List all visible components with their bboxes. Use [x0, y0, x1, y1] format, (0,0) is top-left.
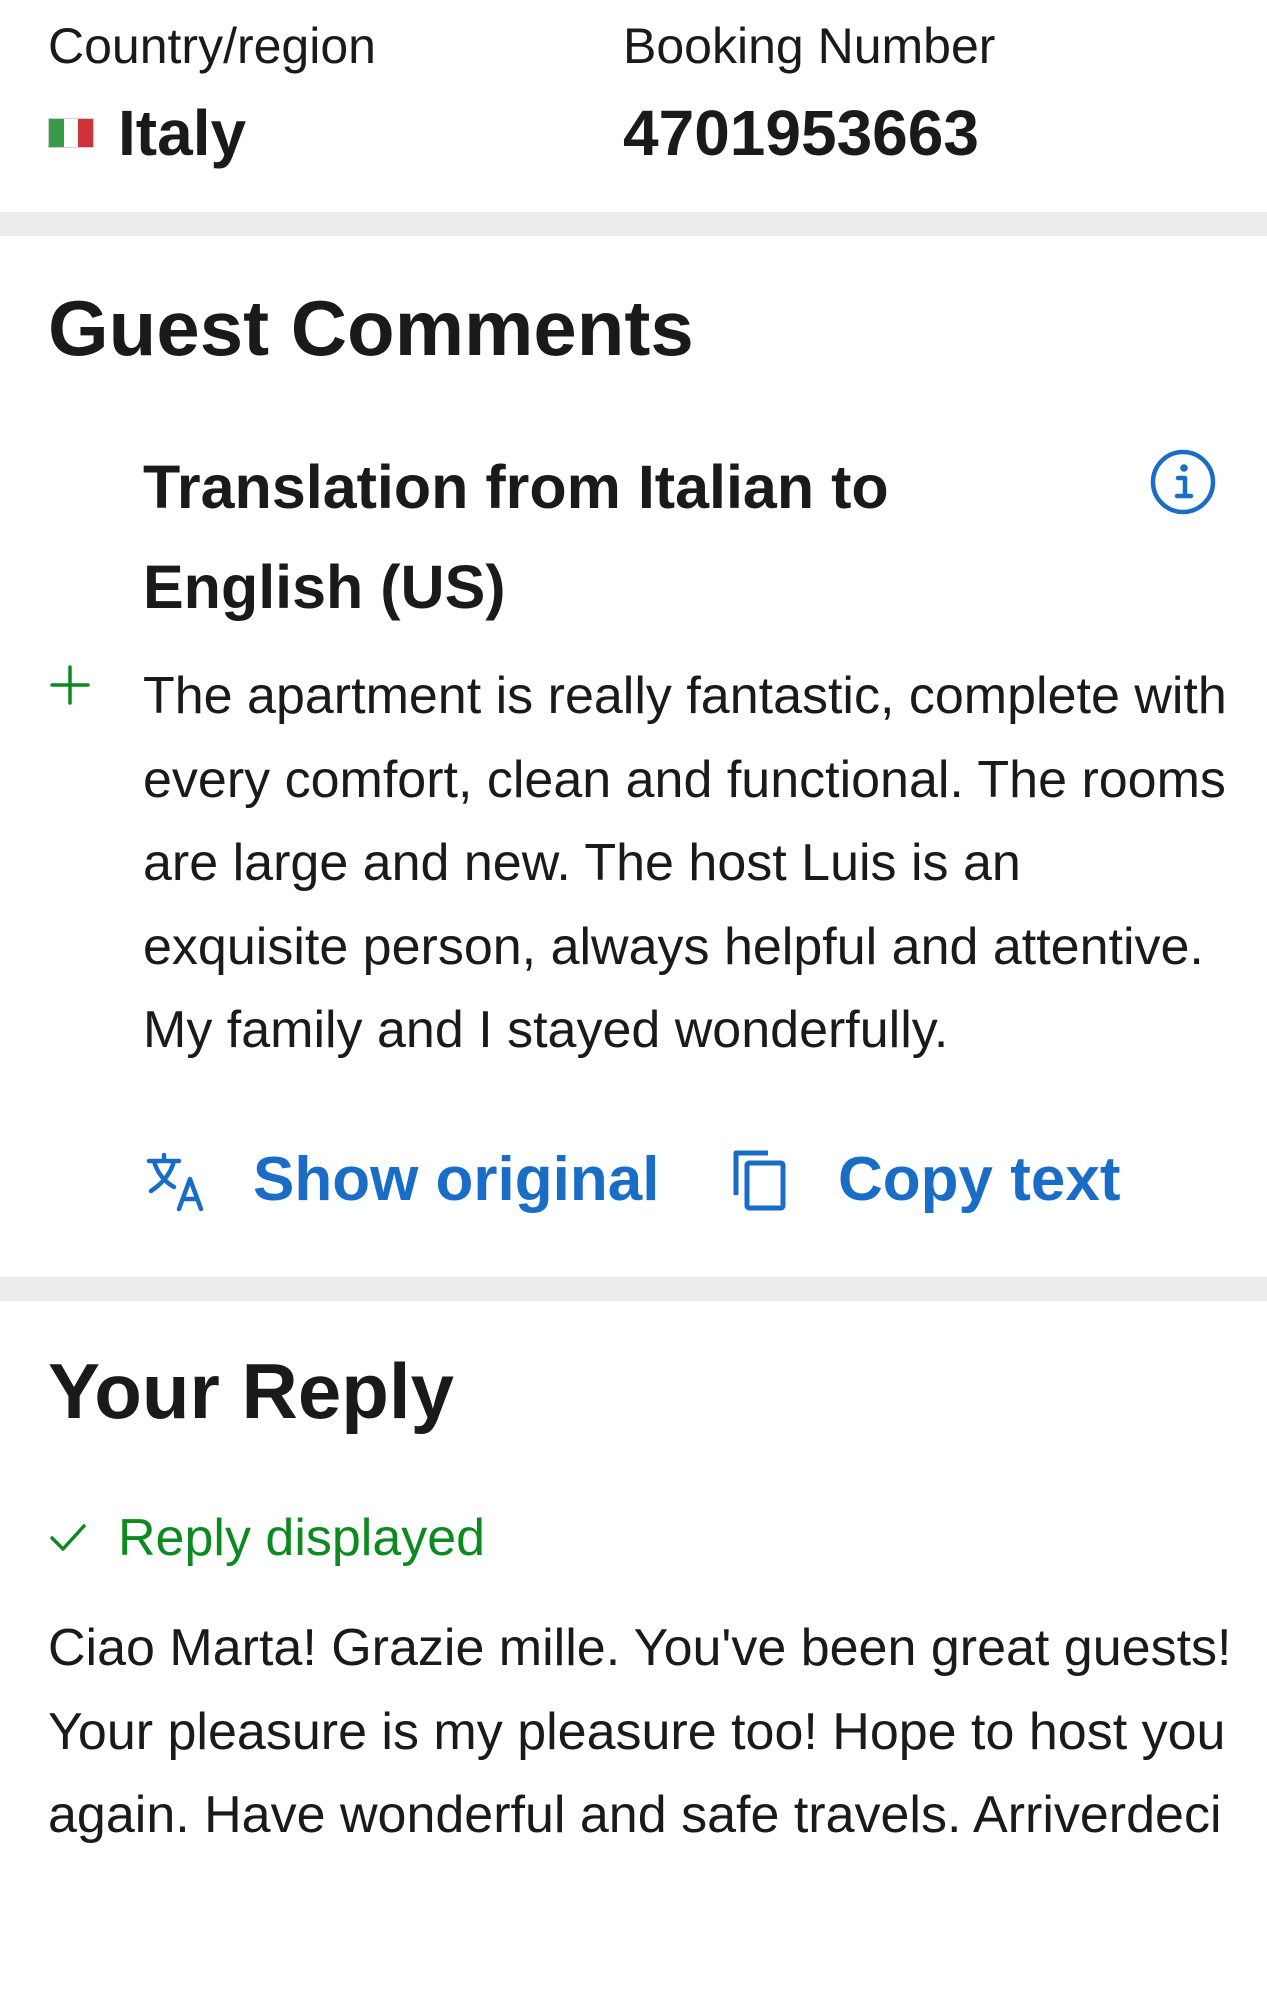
- country-region-value-row: Italy: [48, 98, 376, 168]
- reply-text: Ciao Marta! Grazie mille. You've been gr…: [48, 1619, 1232, 1844]
- show-original-button[interactable]: Show original: [143, 1140, 659, 1220]
- guest-comments-title: Guest Comments: [48, 284, 694, 372]
- section-divider: [0, 212, 1267, 236]
- flag-stripe-red: [78, 119, 94, 147]
- info-icon[interactable]: [1149, 448, 1217, 516]
- booking-number-label: Booking Number: [623, 18, 996, 74]
- copy-icon: [733, 1150, 786, 1211]
- flag-stripe-white: [63, 119, 79, 147]
- country-region-block: Country/region Italy: [48, 14, 376, 168]
- booking-details: Country/region Italy Booking Number 4701…: [0, 0, 1267, 212]
- plus-icon: [50, 665, 90, 705]
- translate-icon: [146, 1152, 204, 1212]
- reply-status: Reply displayed: [48, 1500, 485, 1576]
- country-region-label: Country/region: [48, 18, 376, 74]
- copy-text-label: Copy text: [838, 1145, 1121, 1214]
- section-divider: [0, 1277, 1267, 1301]
- your-reply-title: Your Reply: [48, 1347, 454, 1435]
- country-region-value: Italy: [118, 97, 247, 169]
- show-original-label: Show original: [253, 1145, 660, 1214]
- italy-flag-icon: [48, 118, 94, 148]
- booking-number-block: Booking Number 4701953663: [623, 14, 995, 168]
- copy-text-button[interactable]: Copy text: [728, 1140, 1120, 1220]
- flag-stripe-green: [49, 119, 64, 147]
- guest-comment-text: The apartment is really fantastic, compl…: [143, 667, 1227, 1059]
- reply-status-label: Reply displayed: [118, 1509, 486, 1567]
- checkmark-icon: [50, 1524, 86, 1551]
- translation-title: Translation from Italian to English (US): [143, 453, 889, 621]
- review-detail-page: Country/region Italy Booking Number 4701…: [0, 0, 1267, 2000]
- booking-number-value: 4701953663: [623, 97, 979, 169]
